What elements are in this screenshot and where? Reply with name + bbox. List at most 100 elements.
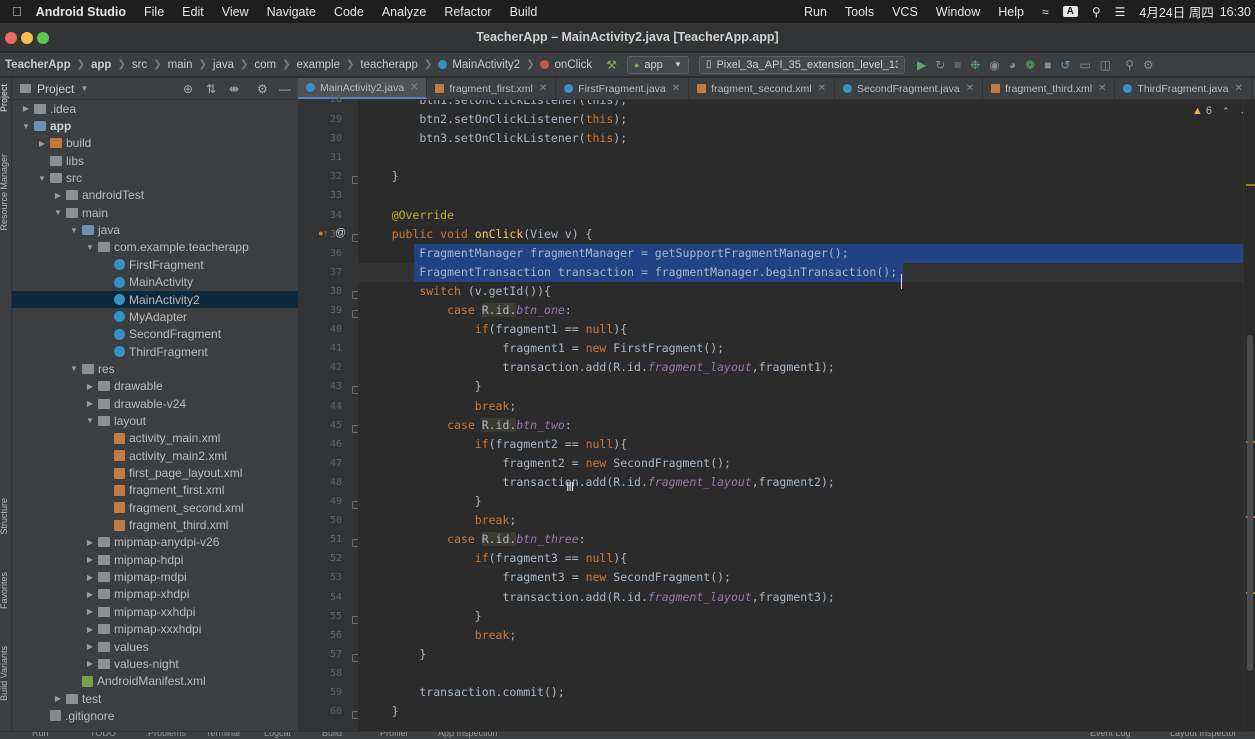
close-window-icon[interactable] xyxy=(5,32,17,44)
chevron-right-icon[interactable]: ▶ xyxy=(52,694,64,703)
minimize-window-icon[interactable] xyxy=(21,32,33,44)
chevron-right-icon[interactable]: ▶ xyxy=(52,191,64,200)
debug-icon[interactable]: ❉ xyxy=(970,58,980,72)
tree-item[interactable]: first_page_layout.xml xyxy=(12,464,298,481)
chevron-right-icon[interactable]: ▶ xyxy=(84,590,96,599)
tree-item[interactable]: ▶ build xyxy=(12,135,298,152)
wifi-icon[interactable]: ≈ xyxy=(1042,5,1049,19)
control-center-icon[interactable]: ☰ xyxy=(1115,5,1126,19)
tree-item[interactable]: ▶ androidTest xyxy=(12,187,298,204)
menu-build[interactable]: Build xyxy=(510,5,538,19)
bottom-tool-tab[interactable]: Build xyxy=(322,732,342,738)
settings-gear-icon[interactable]: ⚙ xyxy=(1143,58,1154,72)
run-icon[interactable]: ▶ xyxy=(917,58,926,72)
bottom-tool-tab[interactable]: TODO xyxy=(90,732,116,738)
override-marker-icon[interactable]: ●↑ xyxy=(318,228,328,238)
chevron-down-icon[interactable]: ▼ xyxy=(84,416,96,425)
editor-tab[interactable]: ThirdFragment.java ✕ xyxy=(1115,78,1252,99)
tree-item[interactable]: ▶ mipmap-mdpi xyxy=(12,568,298,585)
tree-item[interactable]: ▶ drawable-v24 xyxy=(12,395,298,412)
breadcrumb-item[interactable]: src ❯ xyxy=(132,59,168,71)
tree-item[interactable]: fragment_first.xml xyxy=(12,482,298,499)
tree-item[interactable]: ▶ test xyxy=(12,690,298,707)
breadcrumb-item[interactable]: TeacherApp ❯ xyxy=(5,59,91,71)
warning-stripe-mark[interactable] xyxy=(1246,184,1255,186)
search-everywhere-icon[interactable]: ⚲ xyxy=(1125,58,1134,72)
tree-item[interactable]: ▶ mipmap-xxxhdpi xyxy=(12,621,298,638)
tree-item[interactable]: ▶ mipmap-hdpi xyxy=(12,551,298,568)
chevron-right-icon[interactable]: ▶ xyxy=(84,659,96,668)
bottom-tool-tab[interactable]: Profiler xyxy=(380,732,409,738)
device-select[interactable]: ▯ Pixel_3a_API_35_extension_level_13_a..… xyxy=(698,55,905,74)
input-source-badge[interactable]: A xyxy=(1062,6,1078,17)
project-tool-tab[interactable]: Project xyxy=(0,84,9,112)
breadcrumb-item[interactable]: main ❯ xyxy=(168,59,213,71)
bottom-tool-tab[interactable]: Logcat xyxy=(264,732,291,738)
bottom-tool-tab[interactable]: App Inspection xyxy=(438,732,498,738)
tree-item[interactable]: ▶ mipmap-xhdpi xyxy=(12,586,298,603)
menu-refactor[interactable]: Refactor xyxy=(444,5,491,19)
chevron-right-icon[interactable]: ▶ xyxy=(36,139,48,148)
breadcrumb-item[interactable]: onClick xyxy=(540,59,592,71)
locate-target-icon[interactable]: ⊕ xyxy=(183,82,193,96)
structure-tool-tab[interactable]: Structure xyxy=(0,498,9,535)
zoom-window-icon[interactable] xyxy=(37,32,49,44)
search-icon[interactable]: ⚲ xyxy=(1092,5,1101,19)
tree-item[interactable]: ▼ layout xyxy=(12,412,298,429)
editor-tab[interactable]: fragment_second.xml ✕ xyxy=(689,78,835,99)
tree-item[interactable]: activity_main.xml xyxy=(12,430,298,447)
apply-changes-icon[interactable]: ≡ xyxy=(954,58,961,72)
tree-item[interactable]: ▶ .idea xyxy=(12,100,298,117)
breadcrumb-item[interactable]: MainActivity2 ❯ xyxy=(438,59,540,71)
apple-icon[interactable]:  xyxy=(12,4,22,19)
tree-item[interactable]: libs xyxy=(12,152,298,169)
attach-debugger-icon[interactable]: ◉ xyxy=(989,58,999,72)
inspection-warnings-badge[interactable]: ▲ 6 ⌃ ⌄ xyxy=(1192,105,1247,117)
chevron-right-icon[interactable]: ▶ xyxy=(84,625,96,634)
chevron-down-icon[interactable]: ▼ xyxy=(68,364,80,373)
editor-tab[interactable]: FirstFragment.java ✕ xyxy=(556,78,690,99)
chevron-right-icon[interactable]: ▶ xyxy=(84,382,96,391)
tree-item[interactable]: SecondFragment xyxy=(12,326,298,343)
code-editor[interactable]: btn1.setOnClickListener(this); btn2.setO… xyxy=(358,100,1243,739)
tree-item[interactable]: MainActivity2 xyxy=(12,290,298,309)
bottom-tool-tab[interactable]: Run xyxy=(32,732,49,738)
tree-item[interactable]: ▼ main xyxy=(12,204,298,221)
tree-item[interactable]: FirstFragment xyxy=(12,256,298,273)
sdk-manager-icon[interactable]: ◫ xyxy=(1100,58,1111,72)
editor-scrollbar-thumb[interactable] xyxy=(1247,335,1253,671)
menu-edit[interactable]: Edit xyxy=(182,5,204,19)
tree-item[interactable]: ▶ drawable xyxy=(12,378,298,395)
chevron-right-icon[interactable]: ▶ xyxy=(84,538,96,547)
tree-item[interactable]: ThirdFragment xyxy=(12,343,298,360)
tree-item[interactable]: ▶ mipmap-xxhdpi xyxy=(12,603,298,620)
menu-help[interactable]: Help xyxy=(998,5,1024,19)
menu-view[interactable]: View xyxy=(222,5,249,19)
editor-tab[interactable]: fragment_first.xml ✕ xyxy=(427,78,557,99)
editor-error-stripe[interactable] xyxy=(1243,100,1255,739)
bottom-tool-tab[interactable]: Event Log xyxy=(1090,732,1131,738)
close-icon[interactable]: ✕ xyxy=(1234,83,1242,94)
chevron-down-icon[interactable]: ▼ xyxy=(20,122,32,131)
coverage-icon[interactable]: ❁ xyxy=(1025,58,1035,72)
close-icon[interactable]: ✕ xyxy=(966,83,974,94)
tree-item[interactable]: fragment_third.xml xyxy=(12,516,298,533)
collapse-all-icon[interactable]: ⇼ xyxy=(229,82,239,96)
menu-navigate[interactable]: Navigate xyxy=(267,5,316,19)
tree-item[interactable]: AndroidManifest.xml xyxy=(12,673,298,690)
close-icon[interactable]: ✕ xyxy=(672,83,680,94)
close-icon[interactable]: ✕ xyxy=(1098,83,1106,94)
tree-item[interactable]: MainActivity xyxy=(12,274,298,291)
tree-item[interactable]: ▼ app xyxy=(12,117,298,134)
hammer-icon[interactable]: ⚒ xyxy=(606,58,617,72)
tree-item[interactable]: ▶ values-night xyxy=(12,655,298,672)
chevron-right-icon[interactable]: ▶ xyxy=(84,399,96,408)
menu-window[interactable]: Window xyxy=(936,5,980,19)
menu-code[interactable]: Code xyxy=(334,5,364,19)
tree-item[interactable]: ▼ com.example.teacherapp xyxy=(12,239,298,256)
tree-item[interactable]: ▼ src xyxy=(12,169,298,186)
menu-file[interactable]: File xyxy=(144,5,164,19)
close-icon[interactable]: ✕ xyxy=(818,83,826,94)
clock-label[interactable]: 16:30 xyxy=(1220,5,1251,19)
tree-item[interactable]: ▶ values xyxy=(12,638,298,655)
